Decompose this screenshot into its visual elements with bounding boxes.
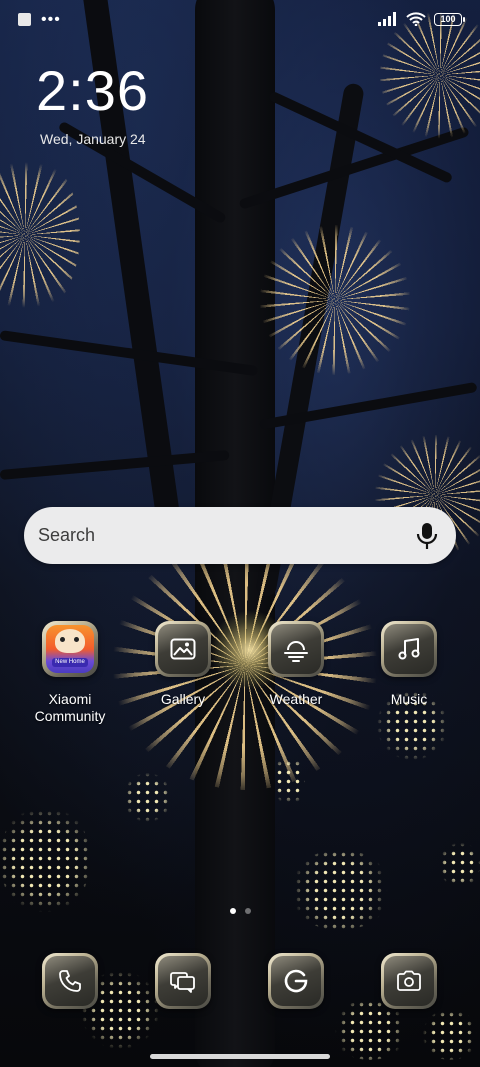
- phone-icon-box[interactable]: [42, 953, 98, 1009]
- music-icon-box[interactable]: [381, 621, 437, 677]
- clock-date[interactable]: Wed, January 24: [40, 131, 146, 147]
- page-indicator: [0, 908, 480, 914]
- home-gesture-bar[interactable]: [150, 1054, 330, 1059]
- app-label: Xiaomi Community: [34, 691, 106, 724]
- app-label: Music: [390, 691, 428, 707]
- wifi-icon: [406, 12, 426, 26]
- search-input[interactable]: Search: [38, 525, 95, 546]
- music-note-icon: [398, 638, 420, 660]
- page-dot-1[interactable]: [229, 908, 236, 914]
- page-dot-2[interactable]: [244, 908, 251, 914]
- xiaomi-community-icon[interactable]: New Home: [42, 621, 98, 677]
- app-music[interactable]: Music: [359, 621, 459, 708]
- gallery-icon: [170, 638, 196, 660]
- microphone-icon[interactable]: [416, 522, 438, 550]
- weather-icon-box[interactable]: [268, 621, 324, 677]
- status-bar: ••• 100: [0, 0, 480, 40]
- dock-messages[interactable]: [133, 953, 233, 1009]
- app-gallery[interactable]: Gallery: [133, 621, 233, 708]
- google-icon: [284, 969, 308, 993]
- dock-phone[interactable]: [20, 953, 120, 1009]
- camera-icon-box[interactable]: [381, 953, 437, 1009]
- messages-icon: [170, 972, 195, 993]
- messages-icon-box[interactable]: [155, 953, 211, 1009]
- app-weather[interactable]: Weather: [246, 621, 346, 708]
- notification-square-icon: [18, 13, 31, 26]
- camera-icon: [397, 970, 421, 991]
- gallery-icon-box[interactable]: [155, 621, 211, 677]
- app-xiaomi-community[interactable]: New Home Xiaomi Community: [20, 621, 120, 725]
- signal-icon: [378, 12, 396, 26]
- phone-icon: [59, 970, 81, 992]
- app-label: Weather: [269, 691, 323, 707]
- more-dots-icon: •••: [41, 10, 61, 28]
- battery-level: 100: [440, 14, 456, 24]
- weather-icon: [284, 641, 308, 662]
- community-badge: New Home: [52, 658, 88, 667]
- dock-camera[interactable]: [359, 953, 459, 1009]
- app-label: Gallery: [160, 691, 206, 707]
- clock-time[interactable]: 2:36: [36, 58, 149, 123]
- dock-google[interactable]: [246, 953, 346, 1009]
- search-bar[interactable]: Search: [24, 507, 456, 564]
- google-icon-box[interactable]: [268, 953, 324, 1009]
- battery-icon: 100: [434, 12, 465, 26]
